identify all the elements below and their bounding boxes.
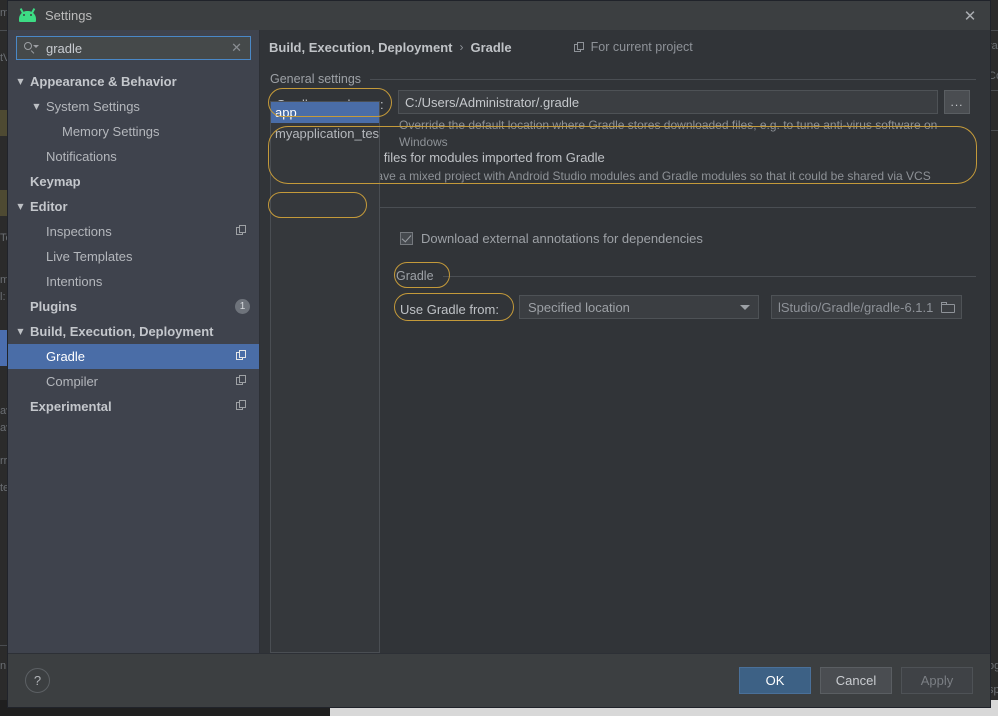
search-box[interactable]: ✕ bbox=[16, 36, 251, 60]
search-container: ✕ bbox=[8, 30, 259, 65]
folder-icon[interactable] bbox=[941, 302, 955, 313]
copy-settings-icon[interactable] bbox=[236, 400, 247, 411]
sidebar-item-gradle[interactable]: Gradle bbox=[8, 344, 259, 369]
sidebar-item-label: Inspections bbox=[46, 224, 112, 239]
sidebar-item-label: Build, Execution, Deployment bbox=[30, 324, 213, 339]
breadcrumb-parent[interactable]: Build, Execution, Deployment bbox=[269, 40, 452, 55]
sidebar-item-label: Memory Settings bbox=[62, 124, 160, 139]
gradle-project-item[interactable]: app bbox=[271, 102, 379, 123]
project-scope-icon bbox=[574, 42, 585, 53]
gradle-project-item[interactable]: myapplication_test bbox=[271, 123, 379, 144]
sidebar-item-label: System Settings bbox=[46, 99, 140, 114]
gradle-user-home-hint: Override the default location where Grad… bbox=[399, 117, 944, 151]
dialog-footer: ? OK Cancel Apply bbox=[8, 653, 990, 707]
ok-button[interactable]: OK bbox=[739, 667, 811, 694]
backdrop-block bbox=[0, 190, 7, 216]
sidebar-item-notifications[interactable]: Notifications bbox=[8, 144, 259, 169]
gradle-subsection-header: Gradle bbox=[396, 269, 976, 283]
sidebar-item-intentions[interactable]: Intentions bbox=[8, 269, 259, 294]
copy-settings-icon[interactable] bbox=[236, 225, 247, 236]
backdrop-block bbox=[0, 110, 7, 136]
use-gradle-from-dropdown[interactable]: Specified location bbox=[519, 295, 759, 319]
sidebar-item-system-settings[interactable]: ▼System Settings bbox=[8, 94, 259, 119]
gradle-path-value: lStudio/Gradle/gradle-6.1.1 bbox=[778, 300, 937, 315]
settings-tree: ▼Appearance & Behavior▼System SettingsMe… bbox=[8, 65, 259, 653]
settings-content: Build, Execution, Deployment › Gradle Fo… bbox=[260, 30, 990, 653]
sidebar-item-compiler[interactable]: Compiler bbox=[8, 369, 259, 394]
general-settings-section-header: General settings bbox=[270, 72, 976, 86]
use-gradle-from-value: Specified location bbox=[528, 300, 740, 315]
section-divider bbox=[364, 207, 976, 208]
download-annotations-row[interactable]: Download external annotations for depend… bbox=[400, 231, 703, 246]
use-gradle-from-label: Use Gradle from: bbox=[400, 302, 499, 317]
chevron-down-icon[interactable]: ▼ bbox=[14, 78, 27, 86]
backdrop-text: l: bbox=[0, 291, 6, 303]
android-logo-icon bbox=[19, 9, 36, 22]
backdrop-line bbox=[0, 30, 7, 31]
help-button[interactable]: ? bbox=[25, 668, 50, 693]
backdrop-line bbox=[991, 30, 998, 31]
chevron-down-icon[interactable]: ▼ bbox=[30, 103, 43, 111]
sidebar-item-label: Live Templates bbox=[46, 249, 132, 264]
generate-iml-hint: Enable if you have a mixed project with … bbox=[297, 168, 957, 185]
sidebar-item-editor[interactable]: ▼Editor bbox=[8, 194, 259, 219]
gradle-path-input[interactable]: lStudio/Gradle/gradle-6.1.1 bbox=[771, 295, 962, 319]
dialog-title: Settings bbox=[45, 8, 92, 23]
sidebar-item-label: Intentions bbox=[46, 274, 102, 289]
chevron-down-icon bbox=[740, 305, 750, 310]
sidebar-item-experimental[interactable]: Experimental bbox=[8, 394, 259, 419]
scope-indicator[interactable]: For current project bbox=[574, 40, 693, 54]
breadcrumb-separator-icon: › bbox=[459, 40, 463, 54]
sidebar-item-label: Editor bbox=[30, 199, 68, 214]
sidebar-item-keymap[interactable]: Keymap bbox=[8, 169, 259, 194]
general-settings-title: General settings bbox=[270, 72, 361, 86]
settings-sidebar: ✕ ▼Appearance & Behavior▼System Settings… bbox=[8, 30, 260, 653]
sidebar-item-label: Gradle bbox=[46, 349, 85, 364]
copy-settings-icon[interactable] bbox=[236, 375, 247, 386]
download-annotations-label: Download external annotations for depend… bbox=[421, 231, 703, 246]
sidebar-item-build-execution-deployment[interactable]: ▼Build, Execution, Deployment bbox=[8, 319, 259, 344]
download-annotations-checkbox[interactable] bbox=[400, 232, 413, 245]
section-divider bbox=[443, 276, 976, 277]
settings-dialog: Settings ✕ ✕ ▼Appearance & Behavior▼Syst… bbox=[7, 0, 991, 708]
chevron-down-icon[interactable]: ▼ bbox=[14, 203, 27, 211]
section-divider bbox=[370, 79, 976, 80]
gradle-project-list[interactable]: appmyapplication_test bbox=[270, 101, 380, 653]
gradle-user-home-input[interactable]: C:/Users/Administrator/.gradle bbox=[398, 90, 938, 114]
dialog-body: ✕ ▼Appearance & Behavior▼System Settings… bbox=[8, 30, 990, 653]
backdrop-text: n bbox=[0, 660, 6, 672]
copy-settings-icon[interactable] bbox=[236, 350, 247, 361]
backdrop-line bbox=[0, 645, 7, 646]
backdrop-line bbox=[991, 90, 998, 91]
plugins-count-badge: 1 bbox=[235, 299, 250, 314]
apply-button[interactable]: Apply bbox=[901, 667, 973, 694]
scope-label: For current project bbox=[591, 40, 693, 54]
gradle-settings-panel: General settings Gradle user home: C:/Us… bbox=[260, 64, 990, 653]
sidebar-item-appearance-behavior[interactable]: ▼Appearance & Behavior bbox=[8, 69, 259, 94]
sidebar-item-label: Notifications bbox=[46, 149, 117, 164]
chevron-down-icon[interactable]: ▼ bbox=[14, 328, 27, 336]
clear-search-icon[interactable]: ✕ bbox=[229, 41, 244, 56]
cancel-button[interactable]: Cancel bbox=[820, 667, 892, 694]
dialog-titlebar: Settings ✕ bbox=[8, 1, 990, 30]
backdrop-line bbox=[991, 130, 998, 131]
breadcrumb-current: Gradle bbox=[470, 40, 511, 55]
sidebar-item-label: Compiler bbox=[46, 374, 98, 389]
sidebar-item-label: Experimental bbox=[30, 399, 112, 414]
footer-button-group: OK Cancel Apply bbox=[739, 667, 973, 694]
sidebar-item-memory-settings[interactable]: Memory Settings bbox=[8, 119, 259, 144]
backdrop-highlight bbox=[0, 330, 7, 366]
sidebar-item-plugins[interactable]: Plugins 1 bbox=[8, 294, 259, 319]
close-icon[interactable]: ✕ bbox=[962, 8, 978, 24]
sidebar-item-inspections[interactable]: Inspections bbox=[8, 219, 259, 244]
sidebar-item-label: Appearance & Behavior bbox=[30, 74, 177, 89]
sidebar-item-label: Plugins bbox=[30, 299, 77, 314]
gradle-user-home-browse-button[interactable]: ... bbox=[944, 90, 970, 114]
gradle-subsection-title: Gradle bbox=[396, 269, 434, 283]
search-icon bbox=[23, 41, 37, 55]
sidebar-item-label: Keymap bbox=[30, 174, 81, 189]
search-input[interactable] bbox=[40, 41, 229, 56]
sidebar-item-live-templates[interactable]: Live Templates bbox=[8, 244, 259, 269]
breadcrumb: Build, Execution, Deployment › Gradle Fo… bbox=[260, 30, 990, 64]
